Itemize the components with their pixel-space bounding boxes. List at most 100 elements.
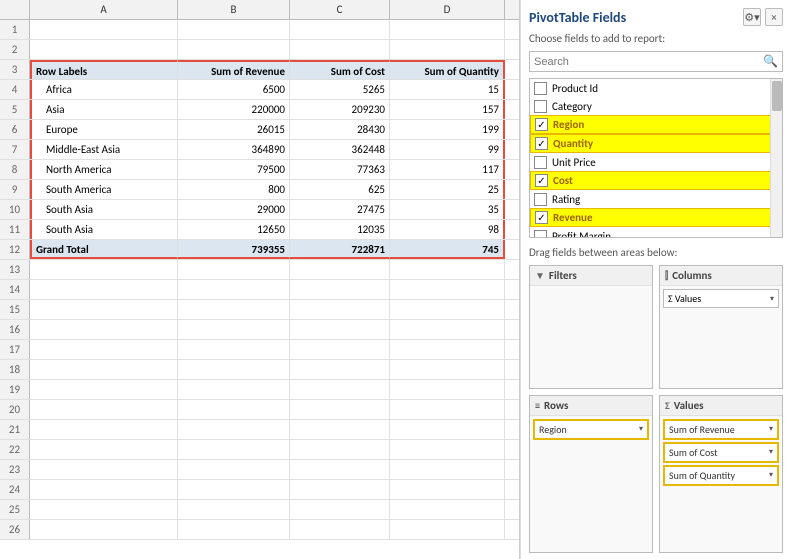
table-cell[interactable]: 35 [390,200,505,219]
columns-chip-dropdown-icon[interactable]: ▾ [770,294,774,304]
table-cell[interactable]: 362448 [290,140,390,159]
cost-chip-dropdown[interactable]: ▾ [769,447,773,457]
table-cell[interactable] [390,340,505,359]
values-area[interactable]: Σ Values Sum of Revenue ▾ Sum of Cost ▾ … [659,395,783,554]
table-cell[interactable] [390,40,505,59]
table-row[interactable]: 5Asia220000209230157 [0,100,519,120]
table-cell[interactable] [30,440,178,459]
revenue-chip-dropdown[interactable]: ▾ [769,424,773,434]
table-row[interactable]: 26 [0,520,519,540]
table-cell[interactable]: Sum of Quantity [390,60,505,79]
list-item[interactable]: Product Id [530,79,782,97]
table-cell[interactable] [30,380,178,399]
search-input[interactable] [534,56,763,68]
table-row[interactable]: 17 [0,340,519,360]
field-checkbox[interactable] [534,193,547,206]
table-cell[interactable] [178,480,290,499]
table-cell[interactable]: 625 [290,180,390,199]
table-cell[interactable] [290,400,390,419]
table-cell[interactable]: 6500 [178,80,290,99]
fields-list[interactable]: Product IdCategoryRegionQuantityUnit Pri… [529,78,783,238]
table-cell[interactable] [30,320,178,339]
filters-area[interactable]: ▼ Filters [529,265,653,389]
table-cell[interactable] [30,520,178,539]
table-cell[interactable] [290,460,390,479]
table-cell[interactable] [290,340,390,359]
fields-scroll-thumb[interactable] [772,81,782,111]
list-item[interactable]: Unit Price [530,153,782,171]
table-cell[interactable] [390,440,505,459]
list-item[interactable]: Category [530,97,782,115]
table-cell[interactable] [290,280,390,299]
table-row[interactable]: 19 [0,380,519,400]
table-row[interactable]: 8North America7950077363117 [0,160,519,180]
table-cell[interactable] [30,420,178,439]
table-row[interactable]: 7Middle-East Asia36489036244899 [0,140,519,160]
list-item[interactable]: Revenue [530,208,782,227]
table-cell[interactable]: South Asia [30,220,178,239]
table-cell[interactable] [30,260,178,279]
table-cell[interactable] [390,20,505,39]
table-cell[interactable]: 722871 [290,240,390,259]
table-row[interactable]: 9South America80062525 [0,180,519,200]
table-cell[interactable] [178,320,290,339]
table-cell[interactable] [178,340,290,359]
table-cell[interactable] [290,40,390,59]
table-cell[interactable] [178,400,290,419]
table-cell[interactable]: 98 [390,220,505,239]
col-header-d[interactable]: D [390,0,505,19]
rows-chip-dropdown-icon[interactable]: ▾ [639,424,643,434]
table-cell[interactable] [178,440,290,459]
table-cell[interactable]: 99 [390,140,505,159]
field-checkbox[interactable] [534,156,547,169]
table-cell[interactable] [30,40,178,59]
table-row[interactable]: 2 [0,40,519,60]
table-cell[interactable]: South America [30,180,178,199]
fields-scrollbar[interactable] [770,79,782,237]
table-cell[interactable] [178,500,290,519]
table-cell[interactable] [290,20,390,39]
table-cell[interactable] [30,460,178,479]
table-cell[interactable]: Middle-East Asia [30,140,178,159]
table-cell[interactable] [390,500,505,519]
table-cell[interactable]: 12035 [290,220,390,239]
table-cell[interactable] [390,380,505,399]
close-icon[interactable]: × [765,8,783,26]
table-cell[interactable] [290,440,390,459]
table-cell[interactable] [178,360,290,379]
table-cell[interactable] [390,480,505,499]
field-checkbox[interactable] [535,174,548,187]
table-cell[interactable]: Grand Total [30,240,178,259]
table-cell[interactable] [30,20,178,39]
table-cell[interactable] [30,400,178,419]
table-cell[interactable]: 77363 [290,160,390,179]
columns-values-chip[interactable]: Σ Values ▾ [663,289,779,308]
table-cell[interactable]: 220000 [178,100,290,119]
table-cell[interactable] [30,360,178,379]
table-cell[interactable] [290,380,390,399]
table-row[interactable]: 10South Asia290002747535 [0,200,519,220]
table-cell[interactable] [178,40,290,59]
rows-area-box[interactable]: ≡ Rows Region ▾ [529,395,653,554]
table-cell[interactable]: 199 [390,120,505,139]
table-row[interactable]: 15 [0,300,519,320]
table-cell[interactable] [30,500,178,519]
table-cell[interactable]: 28430 [290,120,390,139]
table-cell[interactable]: 15 [390,80,505,99]
table-row[interactable]: 12Grand Total739355722871745 [0,240,519,260]
table-cell[interactable]: Europe [30,120,178,139]
list-item[interactable]: Cost [530,171,782,190]
field-checkbox[interactable] [534,230,547,239]
table-row[interactable]: 11South Asia126501203598 [0,220,519,240]
quantity-chip-dropdown[interactable]: ▾ [769,470,773,480]
table-cell[interactable]: 157 [390,100,505,119]
rows-region-chip[interactable]: Region ▾ [533,419,649,440]
table-cell[interactable]: 26015 [178,120,290,139]
table-row[interactable]: 21 [0,420,519,440]
table-cell[interactable]: 745 [390,240,505,259]
list-item[interactable]: Rating [530,190,782,208]
table-cell[interactable] [390,460,505,479]
col-header-b[interactable]: B [178,0,290,19]
values-quantity-chip[interactable]: Sum of Quantity ▾ [663,465,779,486]
table-cell[interactable]: 27475 [290,200,390,219]
